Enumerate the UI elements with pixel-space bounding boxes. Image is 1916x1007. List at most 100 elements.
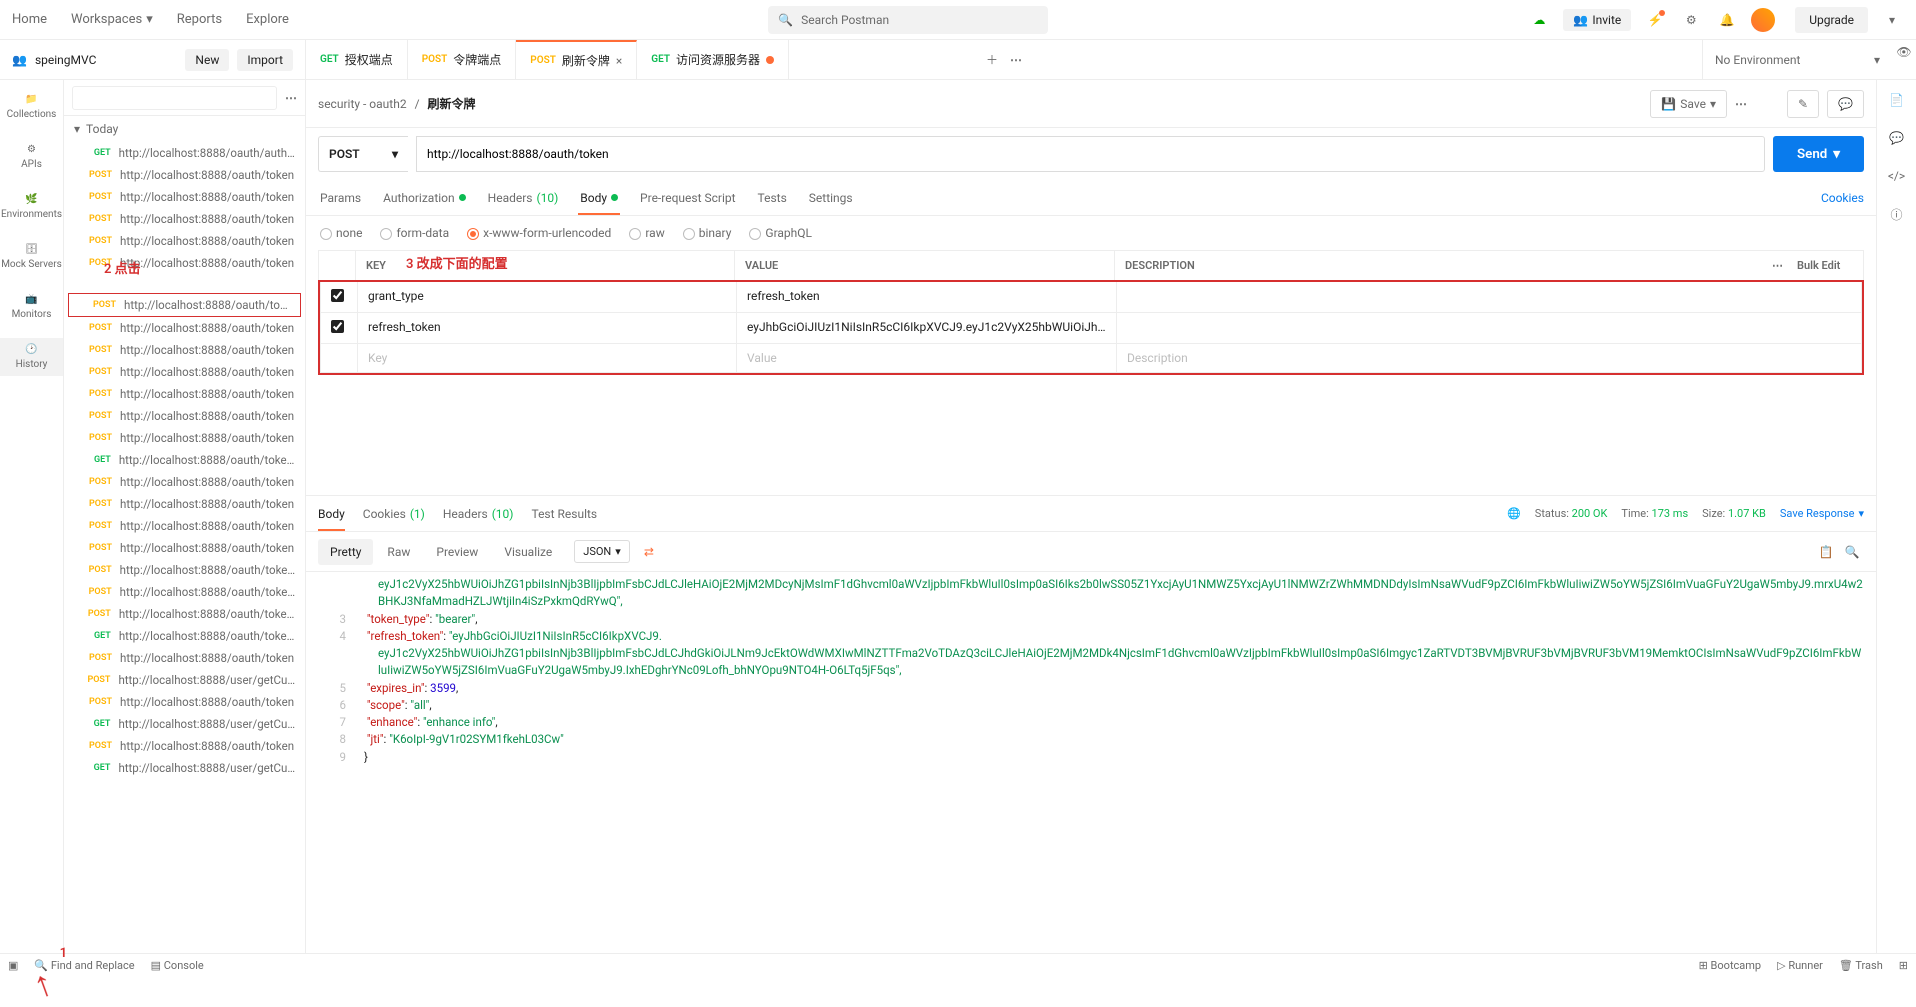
workspace-name[interactable]: speingMVC [35,53,96,67]
environment-select[interactable]: No Environment▾ [1702,40,1892,79]
rail-item-environments[interactable]: 🌿Environments [0,188,63,226]
new-button[interactable]: New [185,49,229,71]
view-pretty[interactable]: Pretty [318,539,373,565]
close-icon[interactable]: × [616,54,622,68]
search-code-icon[interactable]: 🔍 [1840,540,1864,564]
comment-icon[interactable]: 💬 [1827,90,1864,118]
satellite-icon[interactable]: ⚡ [1643,8,1667,32]
panel-icon[interactable]: ▣ [8,959,18,972]
avatar[interactable] [1751,8,1775,32]
history-item[interactable]: POSThttp://localhost:8888/oauth/token [64,515,305,537]
kv-key-input[interactable]: Key [357,344,737,372]
tab-request[interactable]: POST刷新令牌× [516,40,637,79]
body-binary[interactable]: binary [683,226,732,240]
group-today[interactable]: Today [86,122,118,136]
rail-item-mock-servers[interactable]: 🗄Mock Servers [0,238,63,276]
chevron-down-icon[interactable]: ▾ [74,122,80,136]
history-item[interactable]: POSThttp://localhost:8888/oauth/token [64,691,305,713]
resp-tab-cookies[interactable]: Cookies (1) [363,496,425,531]
history-item[interactable]: POSThttp://localhost:8888/oauth/token [64,208,305,230]
invite-button[interactable]: 👥Invite [1563,9,1631,31]
upgrade-button[interactable]: Upgrade [1795,7,1868,33]
nav-reports[interactable]: Reports [177,12,222,27]
layout-icon[interactable]: ⊞ [1899,959,1908,972]
history-item[interactable]: POSThttp://localhost:8888/oauth/token [64,186,305,208]
tab-params[interactable]: Params [318,180,363,215]
runner-button[interactable]: ▷ Runner [1777,959,1823,972]
comment-pane-icon[interactable]: 💬 [1885,126,1909,150]
resp-tab-headers[interactable]: Headers (10) [443,496,514,531]
wrap-icon[interactable]: ⇄ [632,539,666,565]
kv-desc[interactable] [1117,313,1721,343]
info-icon[interactable]: ⓘ [1885,202,1909,226]
response-body[interactable]: eyJ1c2VyX25hbWUiOiJhZG1pbiIsInNjb3BlIjpb… [306,572,1876,770]
url-input[interactable] [416,136,1765,172]
tab-prerequest[interactable]: Pre-request Script [638,180,737,215]
rail-item-monitors[interactable]: 📺Monitors [0,288,63,326]
tab-headers[interactable]: Headers (10) [486,180,561,215]
chevron-down-icon[interactable]: ▾ [1880,8,1904,32]
method-select[interactable]: POST▾ [318,136,408,172]
history-item[interactable]: POSThttp://localhost:8888/oauth/token [64,493,305,515]
kv-value-input[interactable]: Value [737,344,1117,372]
body-none[interactable]: none [320,226,362,240]
save-response-button[interactable]: Save Response ▾ [1780,507,1864,520]
kv-value[interactable]: eyJhbGciOiJIUzI1NiIsInR5cCI6IkpXVCJ9.eyJ… [737,313,1117,343]
resp-tab-body[interactable]: Body [318,496,345,531]
history-item[interactable]: POSThttp://localhost:8888/oauth/token? [64,559,305,581]
body-raw[interactable]: raw [629,226,664,240]
kv-checkbox[interactable] [331,289,344,302]
tab-body[interactable]: Body [578,180,620,215]
import-button[interactable]: Import [237,49,293,71]
tab-request[interactable]: POST令牌端点 [408,40,517,79]
tab-settings[interactable]: Settings [807,180,855,215]
history-item[interactable]: POSThttp://localhost:8888/oauth/token [64,735,305,757]
settings-icon[interactable]: ⚙ [1679,8,1703,32]
rail-item-history[interactable]: 🕑History [0,338,63,376]
history-item[interactable]: GEThttp://localhost:8888/user/getCurren [64,757,305,779]
history-item[interactable]: GEThttp://localhost:8888/user/getCurren [64,713,305,735]
bulk-edit-link[interactable]: Bulk Edit [1793,251,1863,280]
history-item[interactable]: POSThttp://localhost:8888/oauth/token [64,230,305,252]
filter-input[interactable] [72,86,277,110]
save-button[interactable]: 💾Save▾ [1650,90,1727,118]
globe-icon[interactable]: 🌐 [1507,507,1521,520]
history-item[interactable]: POSThttp://localhost:8888/oauth/token [64,427,305,449]
body-formdata[interactable]: form-data [380,226,449,240]
tab-more-icon[interactable]: ⋯ [1004,48,1028,72]
rail-item-apis[interactable]: ⚙APIs [0,138,63,176]
sync-icon[interactable]: ☁ [1527,8,1551,32]
env-eye-icon[interactable]: 👁 [1892,40,1916,64]
console-button[interactable]: ▤ Console [151,959,204,972]
kv-checkbox[interactable] [331,320,344,333]
cookies-link[interactable]: Cookies [1821,191,1864,205]
rail-item-collections[interactable]: 📁Collections [0,88,63,126]
add-tab-button[interactable]: ＋ [980,48,1004,72]
view-preview[interactable]: Preview [424,539,490,565]
history-item[interactable]: POSThttp://localhost:8888/oauth/token [64,339,305,361]
history-item[interactable]: POSThttp://localhost:8888/oauth/token [64,405,305,427]
history-item[interactable]: GEThttp://localhost:8888/oauth/token?g [64,625,305,647]
find-replace-button[interactable]: 🔍 Find and Replace [34,959,134,972]
history-item[interactable]: POSThttp://localhost:8888/oauth/token [64,164,305,186]
nav-workspaces[interactable]: Workspaces ▾ [71,12,153,27]
breadcrumb-path[interactable]: security - oauth2 [318,97,407,111]
history-item[interactable]: POSThttp://localhost:8888/oauth/token [64,537,305,559]
history-item[interactable]: POSThttp://localhost:8888/oauth/token [64,317,305,339]
edit-icon[interactable]: ✎ [1787,90,1819,118]
resp-tab-tests[interactable]: Test Results [531,496,597,531]
request-more-icon[interactable]: ⋯ [1735,97,1747,111]
kv-desc[interactable] [1117,282,1721,312]
lang-select[interactable]: JSON ▾ [574,540,630,563]
tab-request[interactable]: GET访问资源服务器 [637,40,789,79]
trash-button[interactable]: 🗑 Trash [1839,959,1883,972]
tab-request[interactable]: GET授权端点 [306,40,408,79]
history-item[interactable]: POSThttp://localhost:8888/oauth/token? [64,581,305,603]
view-visualize[interactable]: Visualize [492,539,564,565]
history-item[interactable]: POSThttp://localhost:8888/user/getCurren [64,669,305,691]
bootcamp-button[interactable]: ⊞ Bootcamp [1699,959,1762,972]
docs-icon[interactable]: 📄 [1885,88,1909,112]
history-item[interactable]: POSThttp://localhost:8888/oauth/token [64,361,305,383]
notifications-icon[interactable]: 🔔 [1715,8,1739,32]
history-item[interactable]: POSThttp://localhost:8888/oauth/token?g [64,603,305,625]
